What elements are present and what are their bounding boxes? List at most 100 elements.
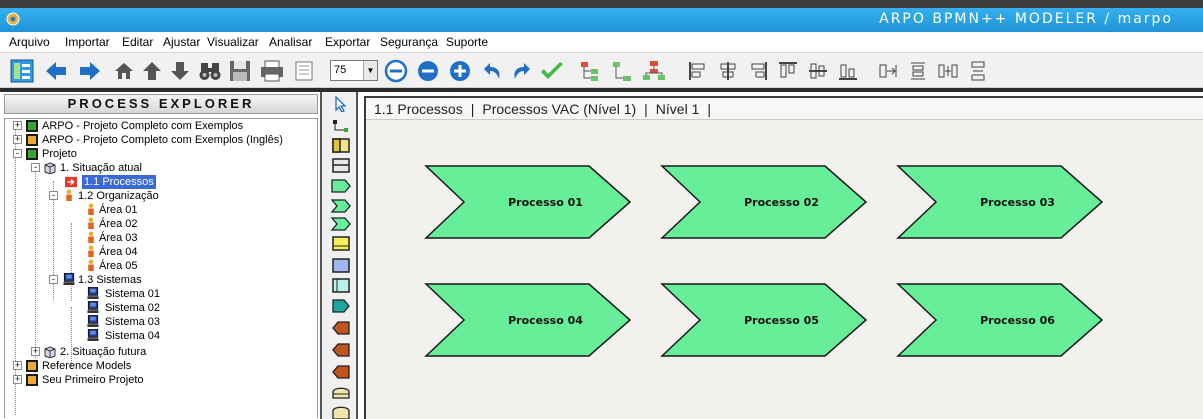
tree-item-label: Área 01: [99, 204, 138, 216]
undo-icon[interactable]: [478, 57, 506, 85]
binoculars-icon[interactable]: [196, 57, 224, 85]
shape-box-striped-icon[interactable]: [330, 158, 352, 174]
up-arrow-icon[interactable]: [138, 57, 166, 85]
align-center-icon[interactable]: [714, 57, 742, 85]
tree-item-label: 1.1 Processos: [82, 175, 156, 189]
explorer-tree[interactable]: + ARPO - Projeto Completo com Exemplos +…: [4, 118, 318, 418]
pointer-tool-icon[interactable]: [330, 96, 352, 112]
process-shape-02[interactable]: Processo 02: [660, 164, 870, 240]
down-arrow-icon[interactable]: [166, 57, 194, 85]
shape-cyan-box-icon[interactable]: [330, 278, 352, 294]
collapse-minus-icon[interactable]: -: [49, 275, 58, 284]
tree-line: [15, 125, 16, 415]
computer-icon: [87, 301, 99, 313]
align-top-icon[interactable]: [774, 57, 802, 85]
save-icon[interactable]: [226, 57, 254, 85]
expand-plus-icon[interactable]: +: [13, 375, 22, 384]
shape-blue-box-icon[interactable]: [330, 258, 352, 274]
breadcrumb-separator: |: [707, 101, 711, 117]
breadcrumb-separator: |: [644, 101, 648, 117]
diagram-canvas[interactable]: [364, 96, 1203, 419]
zoom-fit-icon[interactable]: [414, 57, 442, 85]
zoom-select[interactable]: 75 ▼: [330, 60, 378, 81]
zoom-in-icon[interactable]: [446, 57, 474, 85]
align-bottom-icon[interactable]: [834, 57, 862, 85]
process-label: Processo 06: [980, 313, 1055, 327]
process-label: Processo 03: [980, 195, 1055, 209]
chevron-down-icon[interactable]: ▼: [363, 61, 377, 80]
expand-plus-icon[interactable]: +: [31, 347, 40, 356]
shape-dome-icon[interactable]: [330, 384, 352, 400]
space-vertical-icon[interactable]: [964, 57, 992, 85]
forward-arrow-icon[interactable]: [76, 57, 104, 85]
process-shape-03[interactable]: Processo 03: [896, 164, 1106, 240]
connector-tool-icon[interactable]: [330, 118, 352, 134]
menu-importar[interactable]: Importar: [65, 35, 110, 49]
collapse-minus-icon[interactable]: -: [49, 191, 58, 200]
tree-item-label: Sistema 01: [105, 288, 161, 300]
align-right-icon[interactable]: [744, 57, 772, 85]
same-height-icon[interactable]: [904, 57, 932, 85]
menu-visualizar[interactable]: Visualizar: [207, 35, 259, 49]
shape-dome-2-icon[interactable]: [330, 403, 352, 419]
tree-item-label: Sistema 02: [105, 302, 161, 314]
zoom-out-icon[interactable]: [382, 57, 410, 85]
tree-item-label: Projeto: [42, 148, 77, 160]
shape-chevron-outline-icon[interactable]: [330, 216, 352, 232]
shape-teal-pentagon-icon[interactable]: [330, 298, 352, 314]
process-shape-04[interactable]: Processo 04: [424, 282, 634, 358]
project-green-icon: [26, 148, 38, 160]
computer-icon: [87, 287, 99, 299]
shape-brown-left-2-icon[interactable]: [330, 342, 352, 358]
menu-exportar[interactable]: Exportar: [325, 35, 370, 49]
app-icon: [6, 12, 20, 26]
shape-chevron-double-icon[interactable]: [330, 198, 352, 214]
collapse-minus-icon[interactable]: -: [13, 149, 22, 158]
home-icon[interactable]: [110, 57, 138, 85]
process-shape-01[interactable]: Processo 01: [424, 164, 634, 240]
menu-seguranca[interactable]: Segurança: [380, 35, 438, 49]
menu-editar[interactable]: Editar: [122, 35, 153, 49]
back-arrow-icon[interactable]: [42, 57, 70, 85]
shape-box-split-icon[interactable]: [330, 138, 352, 154]
tree-item-label: Área 02: [99, 218, 138, 230]
tree-item-label: Seu Primeiro Projeto: [42, 374, 144, 386]
print-icon[interactable]: [258, 57, 286, 85]
align-left-icon[interactable]: [684, 57, 712, 85]
breadcrumb-item-processos[interactable]: 1.1 Processos: [374, 101, 463, 117]
process-shape-06[interactable]: Processo 06: [896, 282, 1106, 358]
menu-analisar[interactable]: Analisar: [269, 35, 312, 49]
shape-brown-left-3-icon[interactable]: [330, 364, 352, 380]
expand-plus-icon[interactable]: +: [13, 361, 22, 370]
shape-brown-left-icon[interactable]: [330, 320, 352, 336]
person-icon: [88, 217, 94, 229]
page-layout-icon[interactable]: [290, 57, 318, 85]
expand-plus-icon[interactable]: +: [13, 135, 22, 144]
same-width-icon[interactable]: [874, 57, 902, 85]
breadcrumb-item-nivel-1[interactable]: Nível 1: [656, 101, 700, 117]
breadcrumb-item-processos-vac[interactable]: Processos VAC (Nível 1): [482, 101, 636, 117]
tree-layout-icon[interactable]: [576, 57, 604, 85]
menu-arquivo[interactable]: Arquivo: [9, 35, 50, 49]
tree-layout-2-icon[interactable]: [608, 57, 636, 85]
process-label: Processo 04: [508, 313, 583, 327]
tree-item-label: 2. Situação futura: [60, 346, 147, 358]
align-middle-icon[interactable]: [804, 57, 832, 85]
menu-ajustar[interactable]: Ajustar: [163, 35, 200, 49]
expand-plus-icon[interactable]: +: [13, 121, 22, 130]
tree-item-label: Sistema 03: [105, 316, 161, 328]
diagram-area: 1.1 Processos | Processos VAC (Nível 1) | Ní…: [360, 92, 1203, 419]
toolbar: 75 ▼: [0, 52, 1203, 88]
explorer-toggle-icon[interactable]: [8, 57, 36, 85]
validate-check-icon[interactable]: [538, 57, 566, 85]
collapse-minus-icon[interactable]: -: [31, 163, 40, 172]
shape-chevron-icon[interactable]: [330, 178, 352, 194]
person-icon: [88, 245, 94, 257]
space-horizontal-icon[interactable]: [934, 57, 962, 85]
menu-suporte[interactable]: Suporte: [446, 35, 488, 49]
computer-icon: [87, 315, 99, 327]
org-layout-icon[interactable]: [640, 57, 668, 85]
redo-icon[interactable]: [508, 57, 536, 85]
process-shape-05[interactable]: Processo 05: [660, 282, 870, 358]
shape-yellow-box-icon[interactable]: [330, 236, 352, 252]
